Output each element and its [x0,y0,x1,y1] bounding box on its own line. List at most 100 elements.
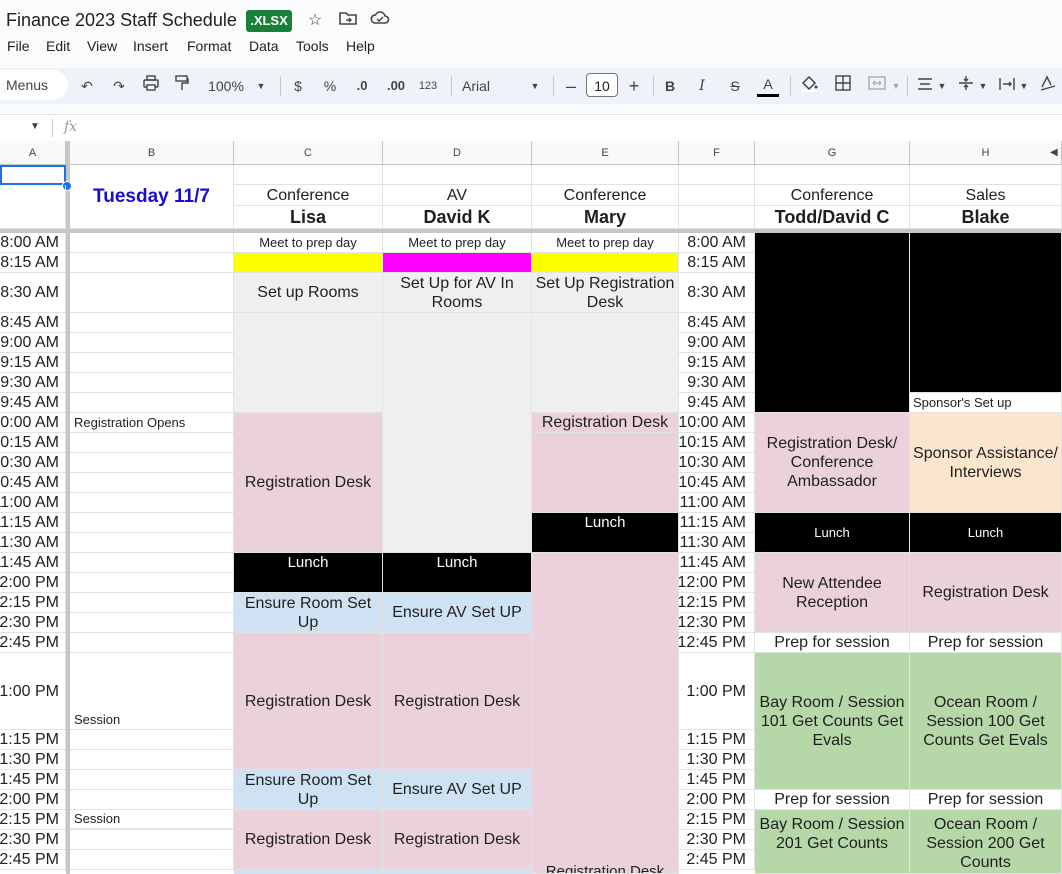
cell[interactable] [70,333,234,353]
cloud-status-icon[interactable] [369,10,391,32]
menu-help[interactable]: Help [346,38,375,54]
name-box-chevron-down-icon[interactable]: ▼ [30,121,40,132]
font-select[interactable]: Arial [462,74,502,98]
text-wrap-icon[interactable] [997,74,1017,98]
meet-prep-d[interactable]: Meet to prep day [383,233,532,253]
print-icon[interactable] [141,74,161,98]
highlight-cell[interactable] [234,253,383,273]
undo-icon[interactable]: ↶ [78,74,96,98]
role-h[interactable]: Sales [910,185,1062,206]
time-label-f[interactable]: 9:45 AM [679,393,755,413]
percent-format-button[interactable]: % [322,74,338,98]
time-label-a[interactable]: 1:15 PM [0,730,66,750]
cell[interactable] [70,233,234,253]
time-label-f[interactable]: 1:45 PM [679,770,755,790]
time-label-a[interactable]: 10:30 AM [0,453,66,473]
meet-prep-e[interactable]: Meet to prep day [532,233,679,253]
cell[interactable] [70,453,234,473]
time-label-a[interactable]: 8:00 AM [0,233,66,253]
cell[interactable] [70,790,234,810]
note-session-1[interactable]: Session [70,710,234,730]
cell[interactable] [70,750,234,770]
cell[interactable] [70,613,234,633]
prep-session-h1[interactable]: Prep for session [910,633,1062,653]
cell[interactable] [234,165,383,185]
cell[interactable] [910,165,1062,185]
increase-font-size-icon[interactable]: + [626,74,642,98]
menu-insert[interactable]: Insert [133,38,168,54]
zoom-select[interactable]: 100% [206,74,246,98]
name-g[interactable]: Todd/David C [755,206,910,229]
chevron-down-icon[interactable]: ▼ [890,74,902,98]
set-up-reg-desk[interactable]: Set Up Registration Desk [532,273,679,313]
time-label-f[interactable]: 12:15 PM [679,593,755,613]
column-header-d[interactable]: D [383,141,532,165]
cell[interactable] [70,770,234,790]
chevron-down-icon[interactable]: ▼ [529,74,541,98]
fill-color-icon[interactable] [799,74,819,98]
lunch-d[interactable]: Lunch [383,553,532,593]
font-size-input[interactable]: 10 [586,73,618,97]
grey-block[interactable] [532,313,679,413]
cell[interactable] [679,165,755,185]
spreadsheet-grid[interactable]: A B C D E F G H ◀ Tuesday 11/7 Conferenc… [0,141,1062,874]
borders-icon[interactable] [833,74,853,98]
column-header-c[interactable]: C [234,141,383,165]
time-label-a[interactable]: 10:15 AM [0,433,66,453]
role-d[interactable]: AV [383,185,532,206]
time-label-a[interactable]: 8:30 AM [0,273,66,313]
decrease-decimal-button[interactable]: .0 [352,74,372,98]
time-label-a[interactable]: 12:15 PM [0,593,66,613]
time-label-f[interactable]: 12:00 PM [679,573,755,593]
cell[interactable] [70,830,234,850]
lunch-h[interactable]: Lunch [910,513,1062,553]
time-label-a[interactable]: 9:15 AM [0,353,66,373]
time-label-a[interactable]: 1:45 PM [0,770,66,790]
cell[interactable] [70,493,234,513]
blue-block[interactable] [234,870,383,874]
role-c[interactable]: Conference [234,185,383,206]
star-icon[interactable]: ☆ [304,10,326,32]
cell[interactable] [70,533,234,553]
prep-session-h2[interactable]: Prep for session [910,790,1062,810]
sponsor-setup[interactable]: Sponsor's Set up [910,393,1062,413]
chevron-down-icon[interactable]: ▼ [978,74,988,98]
time-label-f[interactable]: 11:45 AM [679,553,755,573]
time-label-f[interactable]: 9:30 AM [679,373,755,393]
selected-cell[interactable] [0,165,66,185]
time-label-a[interactable]: 11:45 AM [0,553,66,573]
column-header-f[interactable]: F [679,141,755,165]
strikethrough-icon[interactable]: S [726,74,744,98]
move-folder-icon[interactable] [337,10,359,32]
time-label-a[interactable]: 2:45 PM [0,850,66,870]
time-label-a[interactable]: 9:00 AM [0,333,66,353]
ocean-room-session-100[interactable]: Ocean Room / Session 100 Get Counts Get … [910,653,1062,790]
italic-button[interactable]: I [695,74,709,98]
time-label-a[interactable]: 11:30 AM [0,533,66,553]
role-g[interactable]: Conference [755,185,910,206]
lunch-e[interactable]: Lunch [532,513,679,553]
time-label-f[interactable]: 2:15 PM [679,810,755,830]
cell[interactable] [70,373,234,393]
time-label-a[interactable]: 9:45 AM [0,393,66,413]
cell[interactable] [70,313,234,333]
decrease-font-size-icon[interactable]: – [564,74,578,98]
time-label-a[interactable]: 12:30 PM [0,613,66,633]
time-label-a[interactable]: 10:45 AM [0,473,66,493]
text-color-button[interactable]: A [757,74,779,97]
time-label-f[interactable]: 2:30 PM [679,830,755,850]
cell[interactable] [532,165,679,185]
time-label-f[interactable]: 12:30 PM [679,613,755,633]
blue-block[interactable] [383,870,532,874]
time-label-a[interactable]: 2:15 PM [0,810,66,830]
time-label-f[interactable]: 8:00 AM [679,233,755,253]
ensure-room-c2[interactable]: Ensure Room Set Up [234,770,383,810]
time-label-f[interactable]: 8:30 AM [679,273,755,313]
time-label-a[interactable]: 8:45 AM [0,313,66,333]
prep-session-g2[interactable]: Prep for session [755,790,910,810]
cell[interactable] [70,513,234,533]
cell[interactable] [70,573,234,593]
highlight-cell[interactable] [383,253,532,273]
time-label-f[interactable]: 9:00 AM [679,333,755,353]
time-label-f[interactable]: 11:15 AM [679,513,755,533]
